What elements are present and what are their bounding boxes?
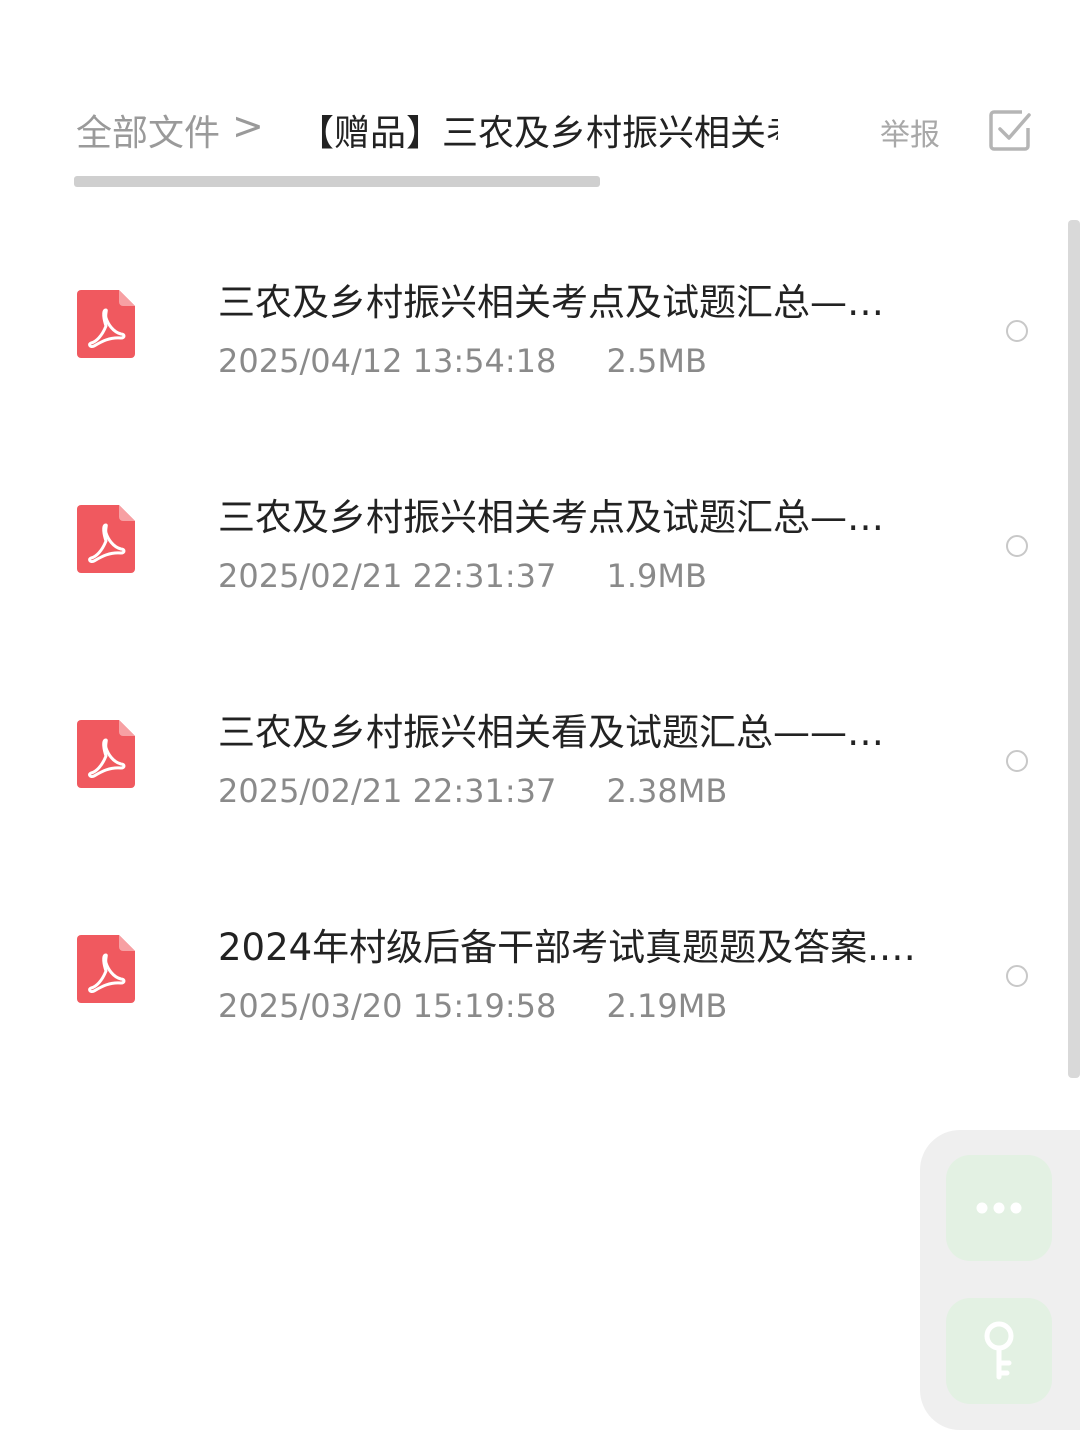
file-time: 15:19:58 [412, 987, 557, 1025]
select-radio[interactable] [1006, 320, 1028, 342]
vertical-scrollbar[interactable] [1068, 220, 1080, 1078]
file-date: 2025/03/20 [218, 987, 403, 1025]
file-size: 2.19MB [606, 987, 728, 1025]
key-button[interactable] [946, 1298, 1052, 1404]
file-size: 2.38MB [606, 772, 728, 810]
pdf-icon [77, 290, 135, 358]
select-radio[interactable] [1006, 965, 1028, 987]
pdf-icon [77, 720, 135, 788]
breadcrumb-scroll-indicator [74, 176, 600, 187]
select-radio[interactable] [1006, 750, 1028, 772]
file-name: 三农及乡村振兴相关考点及试题汇总—… [218, 281, 884, 324]
file-meta: 2025/04/12 13:54:18 2.5MB [218, 342, 707, 380]
checkbox-select-icon[interactable] [988, 108, 1032, 152]
more-button[interactable] [946, 1155, 1052, 1261]
file-meta: 2025/02/21 22:31:37 1.9MB [218, 557, 707, 595]
file-size: 2.5MB [606, 342, 707, 380]
file-row[interactable]: 三农及乡村振兴相关考点及试题汇总—… 2025/02/21 22:31:37 1… [0, 435, 1066, 650]
file-meta: 2025/03/20 15:19:58 2.19MB [218, 987, 727, 1025]
report-button[interactable]: 举报 [880, 110, 940, 154]
pdf-icon [77, 505, 135, 573]
file-name: 三农及乡村振兴相关看及试题汇总——… [218, 711, 884, 754]
file-row[interactable]: 2024年村级后备干部考试真题题及答案.… 2025/03/20 15:19:5… [0, 865, 1066, 1080]
more-dots-icon [976, 1202, 1022, 1214]
key-icon [984, 1321, 1014, 1380]
file-name: 2024年村级后备干部考试真题题及答案.… [218, 926, 916, 969]
file-name: 三农及乡村振兴相关考点及试题汇总—… [218, 496, 884, 539]
file-date: 2025/02/21 [218, 772, 403, 810]
top-bar: 全部文件 > 【赠品】三农及乡村振兴相关考 举报 [0, 0, 1080, 200]
file-time: 22:31:37 [412, 772, 557, 810]
file-time: 13:54:18 [412, 342, 557, 380]
breadcrumb-separator: > [232, 104, 264, 148]
file-time: 22:31:37 [412, 557, 557, 595]
file-size: 1.9MB [606, 557, 707, 595]
pdf-icon [77, 935, 135, 1003]
file-row[interactable]: 三农及乡村振兴相关看及试题汇总——… 2025/02/21 22:31:37 2… [0, 650, 1066, 865]
file-list: 三农及乡村振兴相关考点及试题汇总—… 2025/04/12 13:54:18 2… [0, 220, 1066, 1080]
breadcrumb-current-folder: 【赠品】三农及乡村振兴相关考 [298, 113, 778, 154]
file-date: 2025/04/12 [218, 342, 403, 380]
file-row[interactable]: 三农及乡村振兴相关考点及试题汇总—… 2025/04/12 13:54:18 2… [0, 220, 1066, 435]
file-meta: 2025/02/21 22:31:37 2.38MB [218, 772, 727, 810]
file-date: 2025/02/21 [218, 557, 403, 595]
select-radio[interactable] [1006, 535, 1028, 557]
breadcrumb-root[interactable]: 全部文件 [76, 104, 220, 156]
